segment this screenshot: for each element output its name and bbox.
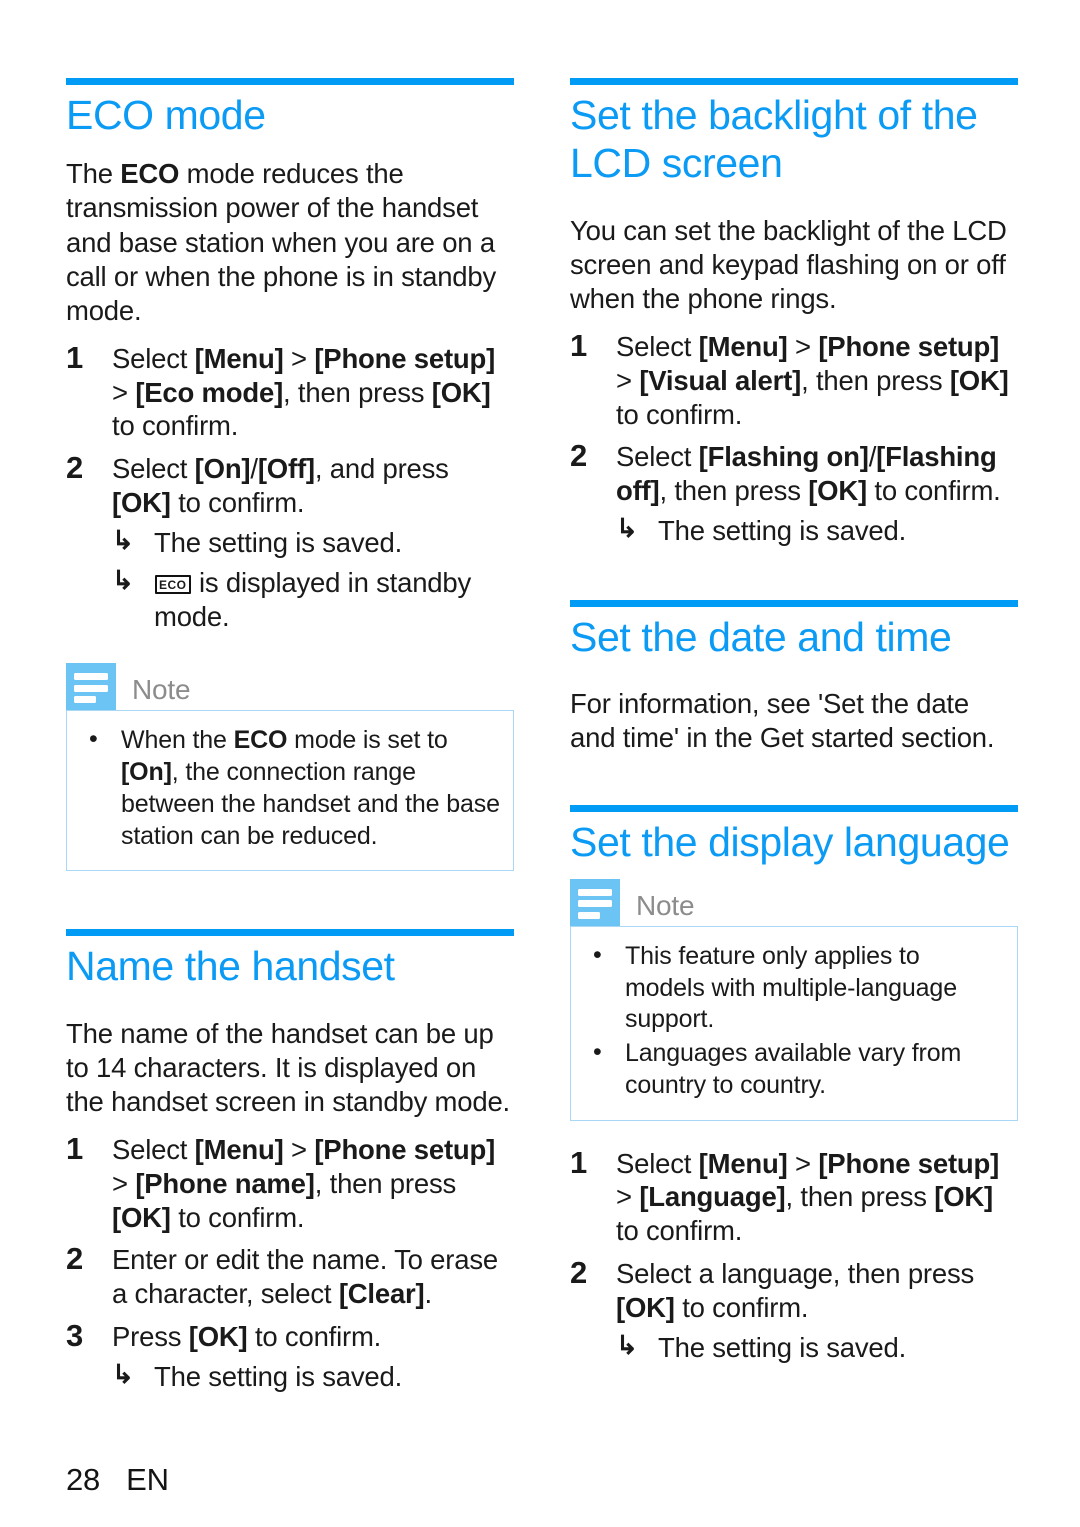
result-text: The setting is saved. xyxy=(658,515,907,547)
note-list-item: • When the ECO mode is set to [On], the … xyxy=(77,725,501,852)
step-number: 1 xyxy=(66,339,84,375)
step-item: 1 Select [Menu] > [Phone setup] > [Eco m… xyxy=(66,339,514,443)
inline-bold-eco: ECO xyxy=(120,158,180,190)
intro-paragraph-eco-mode: The ECO mode reduces the transmission po… xyxy=(66,158,497,326)
intro-paragraph-name-handset: The name of the handset can be up to 14 … xyxy=(66,1017,510,1117)
step-result: ↳ The setting is saved. xyxy=(616,513,1018,548)
section-rule xyxy=(66,929,514,937)
step-item: 1 Select [Menu] > [Phone setup] > [Phone… xyxy=(66,1131,514,1234)
note-list: • When the ECO mode is set to [On], the … xyxy=(77,725,501,852)
step-number: 2 xyxy=(570,1255,588,1291)
step-item: 1 Select [Menu] > [Phone setup] > [Langu… xyxy=(570,1144,1018,1248)
step-text: Select [Menu] > [Phone setup] > [Phone n… xyxy=(112,1134,496,1233)
note-item-text: When the ECO mode is set to [On], the co… xyxy=(121,726,500,850)
note-item-text: Languages available vary from country to… xyxy=(625,1039,962,1099)
right-column: Set the backlight of the LCD screen You … xyxy=(570,78,1018,1373)
note-lines-icon xyxy=(66,663,116,711)
step-result: ↳ The setting is saved. xyxy=(112,524,514,560)
step-text: Select [Menu] > [Phone setup] > [Visual … xyxy=(616,331,1009,430)
step-item: 2 Enter or edit the name. To erase a cha… xyxy=(66,1241,514,1311)
step-item: 2 Select [On]/[Off], and press [OK] to c… xyxy=(66,450,514,634)
step-text: Select [Menu] > [Phone setup] > [Languag… xyxy=(616,1147,1000,1247)
bullet-icon: • xyxy=(593,940,602,969)
step-list-set-display-language: 1 Select [Menu] > [Phone setup] > [Langu… xyxy=(570,1144,1018,1365)
note-title: Note xyxy=(132,674,191,706)
note-lines-icon xyxy=(570,878,620,926)
section-rule xyxy=(66,78,514,85)
step-text: Select [Menu] > [Phone setup] > [Eco mod… xyxy=(112,342,496,442)
section-rule xyxy=(570,805,1018,813)
step-item: 1 Select [Menu] > [Phone setup] > [Visua… xyxy=(570,328,1018,431)
section-set-date-time: Set the date and time For information, s… xyxy=(570,599,1018,756)
footer-page-number: 28 xyxy=(66,1462,101,1497)
note-item-text: This feature only applies to models with… xyxy=(625,941,957,1034)
result-text: The setting is saved. xyxy=(154,526,403,558)
result-arrow-icon: ↳ xyxy=(112,564,134,595)
section-set-backlight: Set the backlight of the LCD screen You … xyxy=(570,78,1018,548)
note-list-item: • This feature only applies to models wi… xyxy=(581,941,1005,1036)
intro-paragraph-set-date-time: For information, see 'Set the date and t… xyxy=(570,688,995,754)
manual-page: ECO mode The ECO mode reduces the transm… xyxy=(0,0,1080,1527)
section-set-display-language: Set the display language Note • This fea… xyxy=(570,805,1018,1364)
step-text: Select [Flashing on]/[Flashing off], the… xyxy=(616,441,1001,507)
section-rule xyxy=(570,599,1018,607)
note-header: Note xyxy=(66,663,514,711)
page-footer: 28 EN xyxy=(66,1462,169,1498)
step-result: ↳ The setting is saved. xyxy=(112,1358,514,1394)
step-number: 2 xyxy=(66,450,84,486)
step-list-eco-mode: 1 Select [Menu] > [Phone setup] > [Eco m… xyxy=(66,339,514,634)
note-body: • When the ECO mode is set to [On], the … xyxy=(66,710,514,872)
note-list-item: • Languages available vary from country … xyxy=(581,1038,1005,1102)
step-result: ↳ The setting is saved. xyxy=(616,1329,1018,1365)
page-title-set-display-language: Set the display language xyxy=(570,819,1010,866)
section-eco-mode: ECO mode The ECO mode reduces the transm… xyxy=(66,78,514,872)
result-text: The setting is saved. xyxy=(658,1331,907,1363)
result-arrow-icon: ↳ xyxy=(616,1329,638,1360)
step-number: 2 xyxy=(570,438,588,474)
note-list: • This feature only applies to models wi… xyxy=(581,941,1005,1102)
step-item: 3 Press [OK] to confirm. ↳ The setting is… xyxy=(66,1318,514,1394)
note-title: Note xyxy=(636,889,695,921)
bullet-icon: • xyxy=(593,1038,602,1067)
page-title-name-handset: Name the handset xyxy=(66,943,395,990)
note-header: Note xyxy=(570,878,1018,926)
note-callout-eco: Note • When the ECO mode is set to [On],… xyxy=(66,663,514,872)
result-arrow-icon: ↳ xyxy=(112,1358,134,1389)
step-text: Enter or edit the name. To erase a chara… xyxy=(112,1244,498,1310)
result-text: is displayed in standby mode. xyxy=(154,566,472,632)
step-item: 2 Select a language, then press [OK] to … xyxy=(570,1255,1018,1365)
footer-language-code: EN xyxy=(126,1462,169,1497)
step-text: Select [On]/[Off], and press [OK] to con… xyxy=(112,453,449,519)
section-name-the-handset: Name the handset The name of the handset… xyxy=(66,929,514,1393)
step-number: 2 xyxy=(66,1241,84,1277)
page-title-eco-mode: ECO mode xyxy=(66,92,266,138)
bullet-icon: • xyxy=(89,725,98,754)
step-text: Press [OK] to confirm. xyxy=(112,1321,382,1353)
page-title-set-backlight: Set the backlight of the LCD screen xyxy=(570,92,978,187)
eco-badge-icon: ECO xyxy=(155,575,191,595)
step-result: ↳ ECO is displayed in standby mode. xyxy=(112,564,514,634)
step-number: 3 xyxy=(66,1318,84,1354)
result-arrow-icon: ↳ xyxy=(112,524,134,555)
step-list-name-handset: 1 Select [Menu] > [Phone setup] > [Phone… xyxy=(66,1131,514,1394)
step-item: 2 Select [Flashing on]/[Flashing off], t… xyxy=(570,438,1018,548)
step-text: Select a language, then press [OK] to co… xyxy=(616,1258,975,1323)
result-text: The setting is saved. xyxy=(154,1360,403,1392)
step-number: 1 xyxy=(570,1144,588,1180)
note-body: • This feature only applies to models wi… xyxy=(570,925,1018,1121)
step-number: 1 xyxy=(66,1131,84,1166)
section-rule xyxy=(570,78,1018,85)
result-arrow-icon: ↳ xyxy=(616,513,638,544)
step-number: 1 xyxy=(570,328,588,364)
intro-paragraph-set-backlight: You can set the backlight of the LCD scr… xyxy=(570,214,1007,314)
left-column: ECO mode The ECO mode reduces the transm… xyxy=(66,78,514,1403)
page-title-set-date-time: Set the date and time xyxy=(570,613,952,660)
note-callout-language: Note • This feature only applies to mode… xyxy=(570,878,1018,1121)
step-list-set-backlight: 1 Select [Menu] > [Phone setup] > [Visua… xyxy=(570,328,1018,548)
